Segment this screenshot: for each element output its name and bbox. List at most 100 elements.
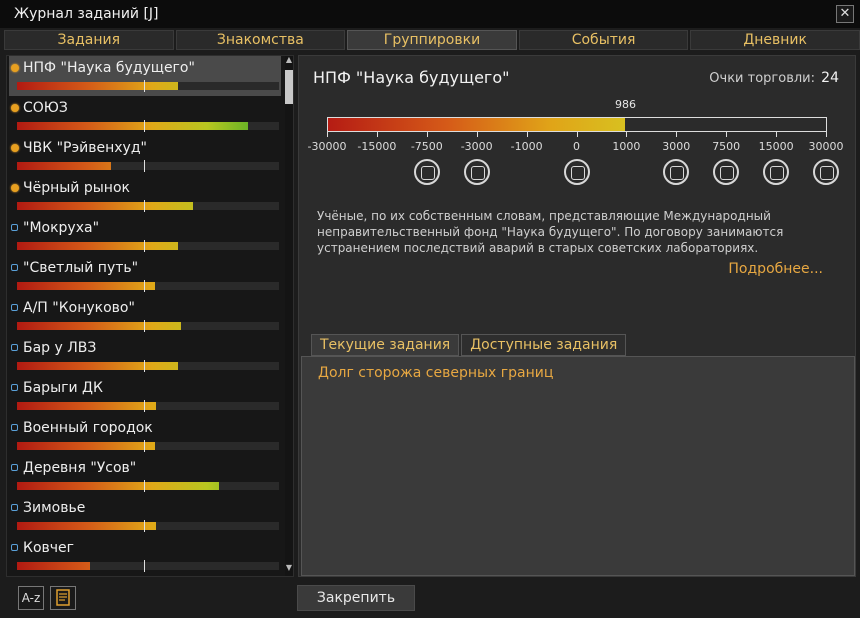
blue-house-icon	[11, 304, 18, 311]
task-item[interactable]: Долг сторожа северных границ	[318, 365, 553, 381]
scroll-up-icon[interactable]: ▲	[285, 56, 293, 64]
faction-list-item[interactable]: "Светлый путь"	[9, 256, 281, 296]
document-icon	[763, 159, 790, 185]
scale-tick-label: 0	[573, 140, 580, 153]
faction-reputation-fill	[17, 162, 112, 170]
tab-acquaintances[interactable]: Знакомства	[175, 30, 346, 50]
faction-title: НПФ "Наука будущего"	[313, 68, 510, 87]
close-button[interactable]: ✕	[836, 5, 854, 23]
faction-list-item[interactable]: Ковчег	[9, 536, 281, 576]
orange-gear-icon	[11, 184, 19, 192]
neutral-marker	[144, 560, 145, 572]
faction-name: Чёрный рынок	[23, 180, 130, 196]
scale-tick-label: -3000	[460, 140, 493, 153]
faction-list-scrollbar[interactable]: ▲ ▼	[285, 56, 293, 576]
more-info-link[interactable]: Подробнее...	[728, 261, 823, 277]
scale-tick	[526, 132, 528, 137]
tab-factions[interactable]: Группировки	[347, 30, 517, 50]
scale-tick-label: 3000	[662, 140, 691, 153]
tab-diary[interactable]: Дневник	[690, 30, 860, 50]
faction-reputation-fill	[17, 482, 219, 490]
faction-reputation-bar	[17, 202, 279, 210]
orange-gear-icon	[11, 144, 19, 152]
neutral-marker	[144, 120, 145, 132]
faction-reputation-bar	[17, 282, 279, 290]
faction-reputation-bar	[17, 522, 279, 530]
scale-tick	[426, 132, 428, 137]
faction-reputation-bar	[17, 122, 279, 130]
faction-list-item[interactable]: Бар у ЛВЗ	[9, 336, 281, 376]
neutral-marker	[144, 400, 145, 412]
sort-az-button[interactable]: A-z	[18, 586, 44, 610]
tab-tasks[interactable]: Задания	[4, 30, 174, 50]
handshake-icon	[563, 159, 590, 185]
faction-list-item[interactable]: А/П "Конуково"	[9, 296, 281, 336]
faction-reputation-fill	[17, 82, 179, 90]
blue-house-icon	[11, 544, 18, 551]
faction-list-item[interactable]: Зимовье	[9, 496, 281, 536]
scale-tick	[376, 132, 378, 137]
faction-list: НПФ "Наука будущего" СОЮЗ ЧВК "Рэйвенхуд" Ч…	[6, 55, 294, 577]
faction-description: Учёные, по их собственным словам, предст…	[317, 209, 784, 255]
faction-reputation-fill	[17, 322, 181, 330]
scale-tick-label: 30000	[808, 140, 844, 153]
list-filter-button[interactable]	[50, 586, 76, 610]
scale-tick-label: 1000	[612, 140, 641, 153]
blue-house-icon	[11, 264, 18, 271]
faction-list-item[interactable]: Чёрный рынок	[9, 176, 281, 216]
scale-tick	[327, 132, 328, 137]
faction-name: "Светлый путь"	[23, 260, 139, 276]
faction-name: Зимовье	[23, 500, 86, 516]
scale-tick	[576, 132, 578, 137]
scale-tick	[626, 132, 628, 137]
faction-reputation-fill	[17, 402, 156, 410]
faction-reputation-fill	[17, 442, 155, 450]
blue-house-icon	[11, 384, 18, 391]
faction-reputation-bar	[17, 322, 279, 330]
neutral-marker	[144, 200, 145, 212]
neutral-marker	[144, 440, 145, 452]
blue-house-icon	[11, 464, 18, 471]
list-filter-icon	[56, 589, 70, 606]
reputation-fill	[328, 118, 625, 131]
scroll-down-icon[interactable]: ▼	[285, 564, 293, 572]
faction-reputation-fill	[17, 122, 248, 130]
faction-list-item[interactable]: Деревня "Усов"	[9, 456, 281, 496]
faction-reputation-fill	[17, 242, 179, 250]
faction-list-item[interactable]: ЧВК "Рэйвенхуд"	[9, 136, 281, 176]
blue-house-icon	[11, 224, 18, 231]
tab-available-tasks[interactable]: Доступные задания	[461, 334, 627, 356]
neutral-marker	[144, 520, 145, 532]
faction-reputation-bar	[17, 402, 279, 410]
faction-list-item[interactable]: "Мокруха"	[9, 216, 281, 256]
faction-name: Военный городок	[23, 420, 153, 436]
neutral-marker	[144, 320, 145, 332]
scroll-thumb[interactable]	[285, 70, 293, 104]
faction-name: ЧВК "Рэйвенхуд"	[23, 140, 147, 156]
faction-name: СОЮЗ	[23, 100, 68, 116]
faction-name: НПФ "Наука будущего"	[23, 60, 195, 76]
tab-events[interactable]: События	[518, 30, 689, 50]
scale-tick-label: -1000	[510, 140, 543, 153]
scale-tick	[476, 132, 478, 137]
tab-current-tasks[interactable]: Текущие задания	[311, 334, 460, 356]
scale-tick-label: 15000	[758, 140, 794, 153]
faction-list-item[interactable]: Военный городок	[9, 416, 281, 456]
pin-button[interactable]: Закрепить	[297, 585, 415, 611]
faction-reputation-fill	[17, 202, 193, 210]
faction-reputation-fill	[17, 362, 179, 370]
neutral-marker	[144, 280, 145, 292]
main-tabs: Задания Знакомства Группировки События Д…	[4, 30, 860, 50]
faction-list-item[interactable]: Барыги ДК	[9, 376, 281, 416]
window-title: Журнал заданий [J]	[14, 6, 159, 22]
faction-list-item[interactable]: СОЮЗ	[9, 96, 281, 136]
faction-reputation-bar	[17, 562, 279, 570]
blue-house-icon	[11, 504, 18, 511]
faction-reputation-fill	[17, 522, 156, 530]
trade-points-label: Очки торговли:	[709, 71, 815, 86]
faction-reputation-bar	[17, 362, 279, 370]
neutral-marker	[144, 480, 145, 492]
skull-icon	[413, 159, 440, 185]
faction-list-item[interactable]: НПФ "Наука будущего"	[9, 56, 281, 96]
scale-tick	[676, 132, 678, 137]
